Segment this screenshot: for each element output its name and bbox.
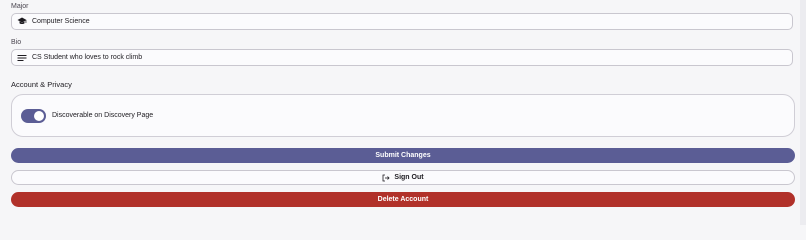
major-value: Computer Science bbox=[32, 18, 90, 25]
logout-icon bbox=[382, 174, 390, 182]
submit-changes-button[interactable]: Submit Changes bbox=[11, 148, 795, 163]
bio-field[interactable]: CS Student who loves to rock climb bbox=[11, 49, 793, 66]
bio-value: CS Student who loves to rock climb bbox=[32, 54, 143, 61]
account-privacy-title: Account & Privacy bbox=[11, 80, 72, 89]
toggle-knob bbox=[34, 110, 44, 121]
discoverable-toggle[interactable] bbox=[21, 108, 46, 123]
bio-label: Bio bbox=[11, 39, 22, 46]
submit-changes-label: Submit Changes bbox=[375, 152, 431, 159]
sign-out-label: Sign Out bbox=[394, 174, 424, 181]
delete-account-label: Delete Account bbox=[377, 196, 429, 203]
major-label: Major bbox=[11, 3, 29, 10]
graduation-cap-icon bbox=[17, 17, 27, 27]
sign-out-button[interactable]: Sign Out bbox=[11, 170, 795, 185]
major-field[interactable]: Computer Science bbox=[11, 13, 793, 30]
discoverable-label: Discoverable on Discovery Page bbox=[52, 112, 154, 119]
right-scroll-edge bbox=[800, 0, 806, 225]
privacy-card: Discoverable on Discovery Page bbox=[11, 94, 795, 137]
delete-account-button[interactable]: Delete Account bbox=[11, 192, 795, 207]
text-lines-icon bbox=[17, 53, 27, 63]
